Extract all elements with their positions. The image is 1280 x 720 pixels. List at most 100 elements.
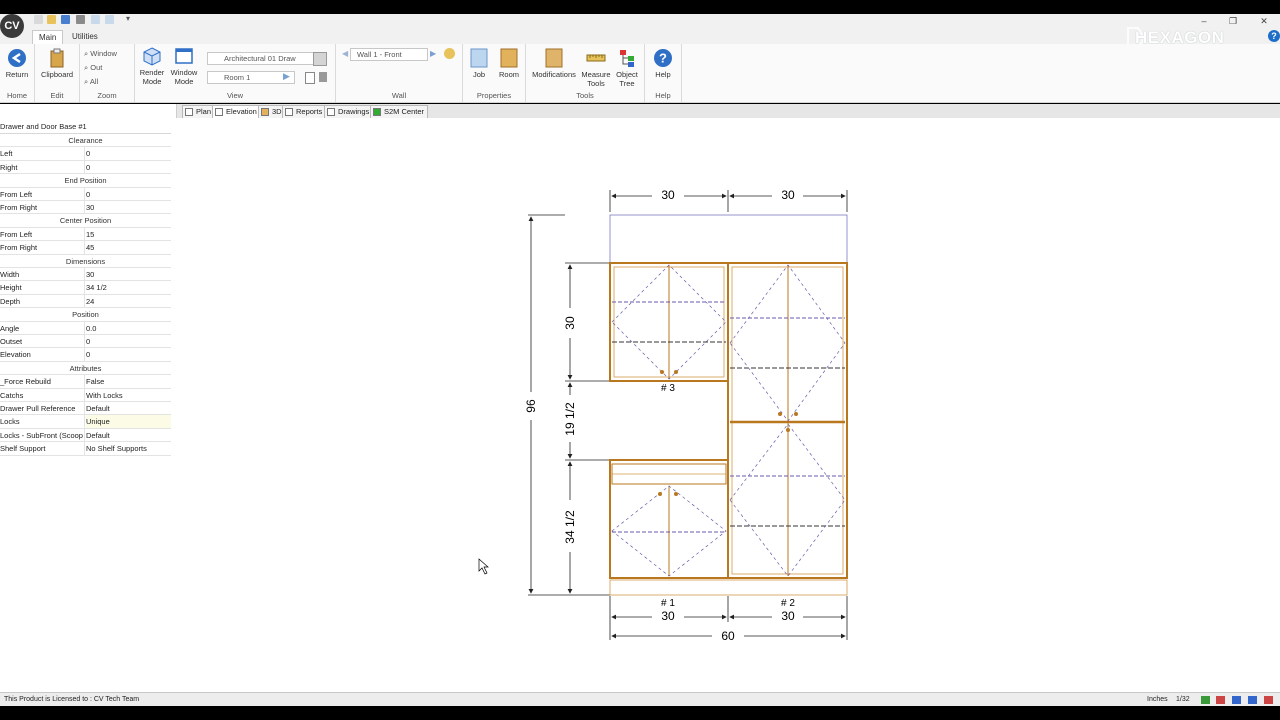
property-value[interactable]: 24 (86, 295, 171, 307)
zoom-window-button[interactable]: ⌕ Window (84, 48, 117, 60)
redo-icon[interactable] (105, 15, 114, 24)
document-tab-strip: Plan Elevation 3D Reports Drawings S2M C… (176, 104, 1280, 119)
property-row[interactable]: Locks Unique (0, 415, 171, 429)
tab-plan[interactable]: Plan (182, 105, 216, 119)
property-value[interactable]: 0 (86, 188, 171, 200)
return-button[interactable]: Return (2, 48, 32, 79)
property-row[interactable]: Locks - SubFront (Scoop c Default (0, 428, 171, 443)
property-row[interactable]: From Left 15 (0, 227, 171, 242)
property-row[interactable]: Depth 24 (0, 294, 171, 309)
next-wall-icon[interactable]: ▶ (430, 49, 436, 58)
prev-wall-icon[interactable]: ◀ (342, 49, 348, 58)
tab-reports[interactable]: Reports (282, 105, 327, 119)
properties-panel: Drawer and Door Base #1 Clearance Left 0 Ri… (0, 104, 177, 692)
group-label-tools: Tools (576, 91, 594, 100)
property-row[interactable]: Angle 0.0 (0, 321, 171, 335)
quick-access-dropdown-icon[interactable]: ▾ (126, 14, 130, 23)
3d-icon (261, 108, 269, 116)
property-value[interactable]: With Locks (86, 389, 171, 401)
settings-icon[interactable] (313, 52, 327, 66)
zoom-out-button[interactable]: ⌕ Out (84, 62, 102, 74)
wall-space-outline (609, 214, 848, 264)
property-row[interactable]: Right 0 (0, 160, 171, 175)
left-dim-middle: 19 1/2 (563, 402, 577, 436)
layer-icon[interactable] (1248, 696, 1257, 704)
property-value[interactable]: Unique (86, 415, 171, 428)
property-row[interactable]: Shelf Support No Shelf Supports (0, 442, 171, 456)
property-row[interactable]: _Force Rebuild False (0, 375, 171, 389)
drawings-icon (327, 108, 335, 116)
print-icon[interactable] (76, 15, 85, 24)
measure-tools-button[interactable]: Measure Tools (580, 48, 612, 88)
room-dropdown[interactable]: Room 1 (207, 71, 295, 84)
restore-button[interactable]: ❐ (1226, 15, 1240, 27)
tab-utilities[interactable]: Utilities (66, 30, 104, 43)
clipboard-button[interactable]: Clipboard (37, 48, 77, 79)
app-logo[interactable]: CV (0, 14, 24, 38)
property-value[interactable]: No Shelf Supports (86, 442, 171, 454)
property-value[interactable]: 34 1/2 (86, 281, 171, 293)
next-room-icon[interactable]: ▶ (283, 71, 290, 82)
minimize-button[interactable]: – (1197, 15, 1211, 27)
close-button[interactable]: ✕ (1257, 15, 1271, 27)
display-icon[interactable] (1264, 696, 1273, 704)
undo-icon[interactable] (91, 15, 100, 24)
property-key: Drawer Pull Reference (0, 402, 85, 415)
window-mode-button[interactable]: Window Mode (169, 46, 199, 86)
modifications-icon (545, 48, 563, 68)
property-value[interactable]: 0 (86, 147, 171, 159)
tab-main[interactable]: Main (32, 30, 64, 44)
page-icon[interactable] (305, 72, 315, 84)
tab-elevation[interactable]: Elevation (212, 105, 261, 119)
property-row[interactable]: From Right 30 (0, 201, 171, 215)
property-value[interactable]: False (86, 375, 171, 387)
property-value[interactable]: 0 (86, 335, 171, 347)
property-row[interactable]: Left 0 (0, 147, 171, 161)
wall-settings-icon[interactable] (444, 48, 455, 59)
elevation-drawing[interactable]: 30 30 96 30 19 1/2 34 1/2 # 3 # 1 # 2 30… (176, 118, 1280, 692)
units-indicator[interactable]: Inches (1147, 693, 1168, 707)
object-tree-button[interactable]: Object Tree (612, 48, 642, 88)
job-button[interactable]: Job (465, 48, 493, 79)
save-icon[interactable] (61, 15, 70, 24)
property-row[interactable]: Catchs With Locks (0, 388, 171, 402)
tab-s2m-center[interactable]: S2M Center (370, 105, 429, 119)
properties-title: Drawer and Door Base #1 (0, 121, 171, 134)
snap-icon[interactable] (1201, 696, 1210, 704)
drawing-style-dropdown[interactable]: Architectural 01 Draw (207, 52, 325, 65)
property-value[interactable]: 0.0 (86, 322, 171, 334)
room-button[interactable]: Room (495, 48, 523, 79)
scale-indicator[interactable]: 1/32 (1176, 693, 1190, 707)
lock-icon[interactable] (319, 72, 327, 82)
help-label: Help (655, 70, 671, 79)
help-button[interactable]: ? Help (648, 48, 678, 79)
property-value[interactable]: 0 (86, 161, 171, 173)
property-row[interactable]: Drawer Pull Reference Default (0, 402, 171, 416)
modifications-button[interactable]: Modifications (528, 48, 580, 79)
property-value[interactable]: 30 (86, 268, 171, 280)
open-folder-icon[interactable] (47, 15, 56, 24)
property-value[interactable]: Default (86, 429, 171, 441)
zoom-all-button[interactable]: ⌕ All (84, 76, 98, 88)
cabinet-1 (609, 459, 729, 579)
ortho-icon[interactable] (1232, 696, 1241, 704)
property-row[interactable]: Outset 0 (0, 335, 171, 349)
tab-drawings[interactable]: Drawings (324, 105, 374, 119)
property-row[interactable]: Width 30 (0, 268, 171, 282)
property-value[interactable]: 15 (86, 228, 171, 240)
property-value[interactable]: Default (86, 402, 171, 414)
property-row[interactable]: Elevation 0 (0, 348, 171, 362)
render-mode-button[interactable]: Render Mode (137, 46, 167, 86)
wall-dropdown[interactable]: Wall 1 - Front (350, 48, 428, 61)
property-row[interactable]: Height 34 1/2 (0, 281, 171, 295)
grid-icon[interactable] (1216, 696, 1225, 704)
property-value[interactable]: 45 (86, 241, 171, 253)
ribbon: Return Home Clipboard Edit ⌕ Window ⌕ Ou… (0, 44, 1280, 103)
property-row[interactable]: From Left 0 (0, 187, 171, 201)
help-icon[interactable]: ? (1268, 30, 1280, 42)
property-value[interactable]: 0 (86, 348, 171, 360)
new-file-icon[interactable] (34, 15, 43, 24)
property-value[interactable]: 30 (86, 201, 171, 213)
drawing-canvas[interactable]: 30 30 96 30 19 1/2 34 1/2 # 3 # 1 # 2 30… (176, 118, 1280, 692)
property-row[interactable]: From Right 45 (0, 241, 171, 255)
